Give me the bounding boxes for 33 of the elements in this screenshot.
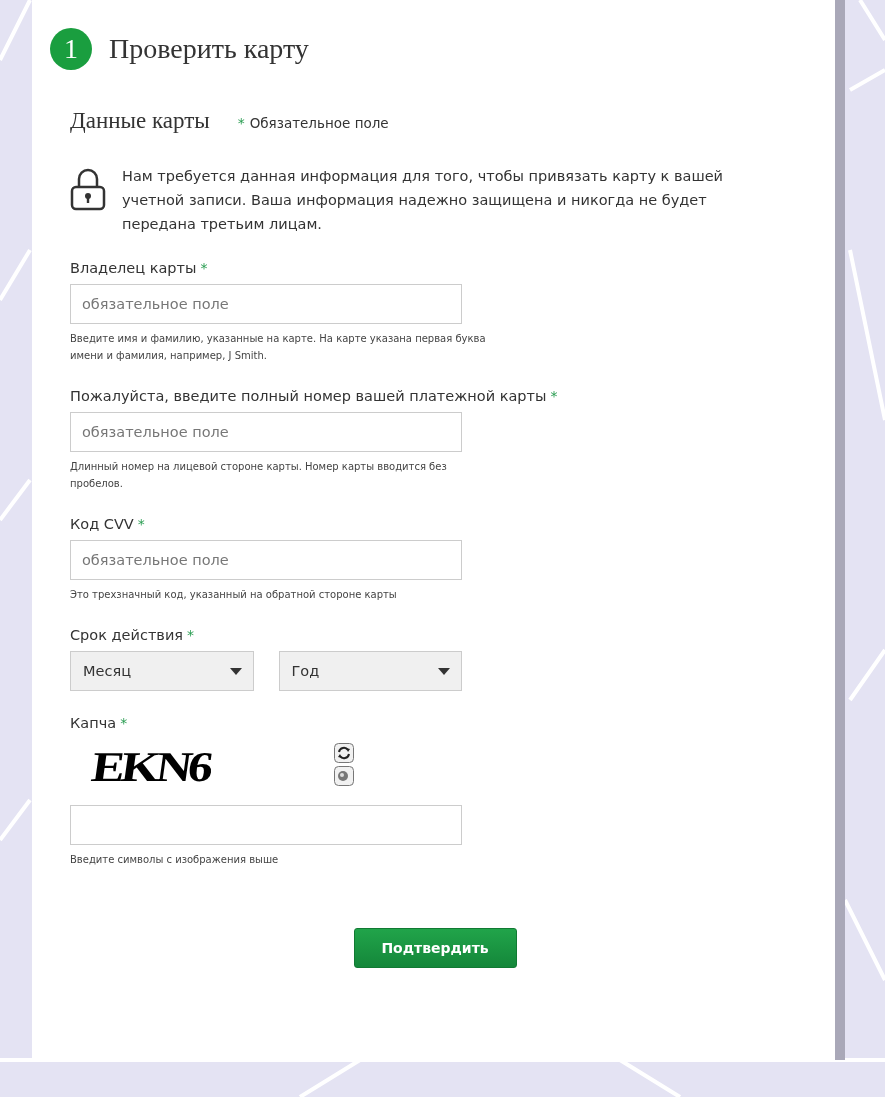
- required-mark: *: [237, 115, 245, 131]
- input-field[interactable]: обязательное поле: [70, 412, 462, 452]
- field-hint: Введите имя и фамилию, указанные на карте. На карте указана первая буква имени и фамилия, например, J Smith.: [70, 332, 487, 363]
- section-title: Данные карты: [70, 108, 210, 134]
- field-hint: Это трехзначный код, указанный на обратной стороне карты: [70, 588, 398, 602]
- step-badge: 1: [50, 28, 92, 70]
- field-hint: Длинный номер на лицевой стороне карты. Номер карты вводится без пробелов.: [70, 460, 448, 491]
- select-dropdown[interactable]: Год: [278, 651, 462, 691]
- field-hint: Введите символы с изображения выше: [70, 853, 280, 867]
- caret-icon: [229, 667, 242, 675]
- required-mark: *: [200, 260, 208, 276]
- lock-icon: [70, 167, 106, 211]
- required-mark: *: [550, 388, 558, 404]
- select-dropdown[interactable]: Месяц: [70, 651, 254, 691]
- field-label: Пожалуйста, введите полный номер вашей платежной карты: [70, 388, 547, 404]
- captcha-image: EKN6: [88, 742, 214, 793]
- field-label: Капча: [70, 715, 117, 731]
- field-label: Владелец карты: [70, 260, 197, 276]
- required-note: Обязательное поле: [249, 115, 389, 131]
- input-field[interactable]: обязательное поле: [70, 284, 462, 324]
- required-mark: *: [137, 516, 145, 532]
- submit-button[interactable]: Подтвердить: [353, 928, 517, 968]
- speaker-icon[interactable]: [334, 766, 354, 786]
- input-field[interactable]: обязательное поле: [70, 540, 462, 580]
- caret-icon: [438, 667, 450, 675]
- input-field[interactable]: [70, 805, 462, 845]
- notice-text: Нам требуется данная информация для того, чтобы привязать карту к вашей учетной записи. Ваша информация надежно защищена и никогда не будет передана третьим лицам.: [122, 167, 725, 234]
- required-mark: *: [120, 715, 128, 731]
- field-label: Код CVV: [70, 516, 134, 532]
- page-title: Проверить карту: [109, 33, 309, 65]
- required-mark: *: [187, 627, 195, 643]
- refresh-icon[interactable]: [334, 743, 354, 763]
- field-label: Срок действия: [70, 627, 184, 643]
